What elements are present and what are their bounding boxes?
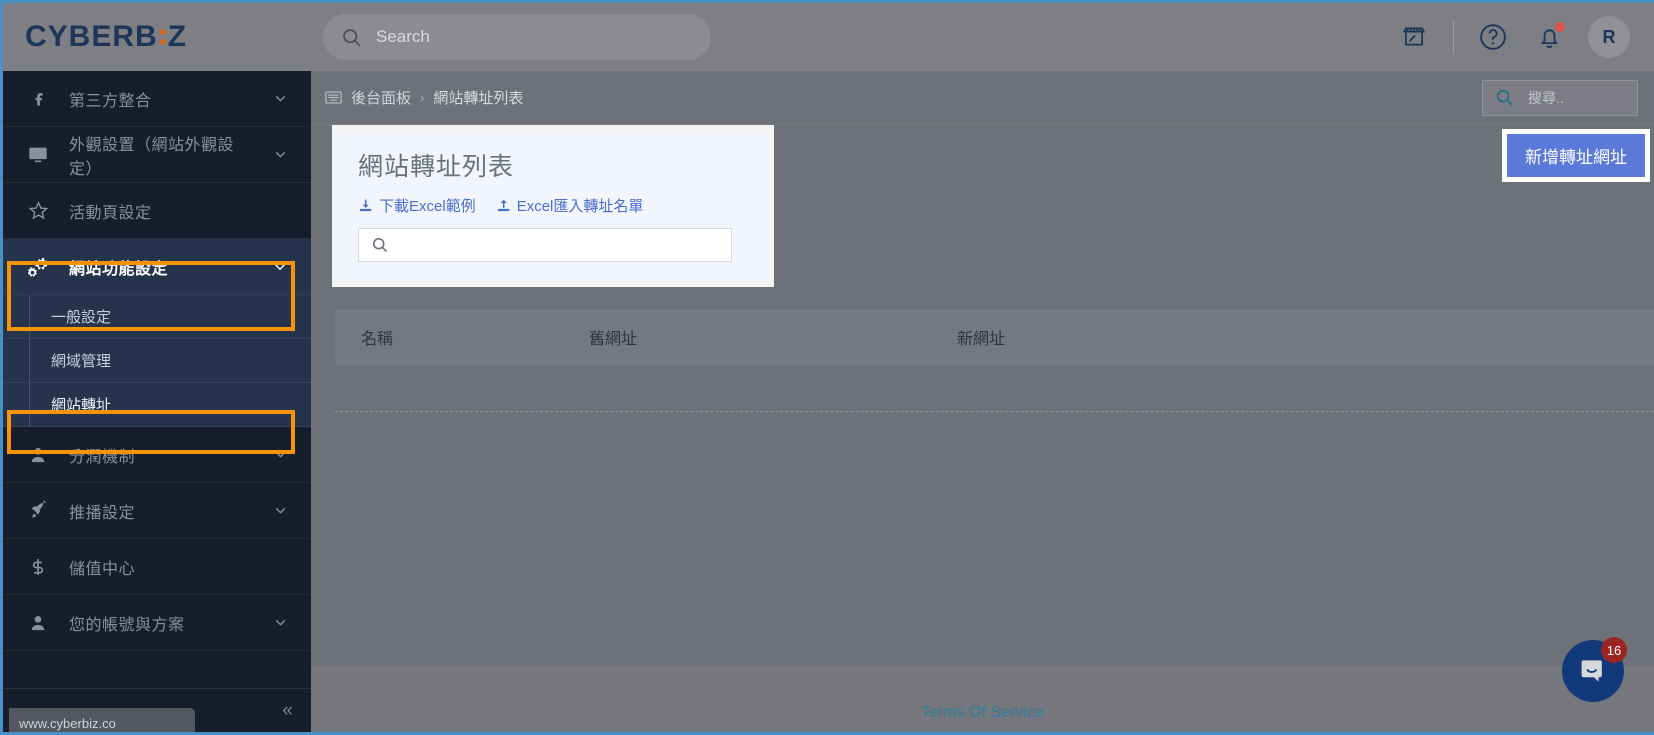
- sidebar-item-top-up-center[interactable]: 儲值中心: [3, 539, 311, 595]
- status-bar-url: www.cyberbiz.co: [9, 708, 195, 732]
- sidebar-subitem-label: 一般設定: [51, 309, 112, 326]
- table-header-row: 名稱 舊網址 新網址: [335, 309, 1654, 365]
- dashboard-icon: [325, 90, 342, 105]
- monitor-icon: [25, 144, 51, 166]
- chevron-down-icon: [272, 446, 289, 463]
- sidebar-item-label: 您的帳號與方案: [69, 616, 185, 634]
- redirect-list-card: 網站轉址列表 下載Excel範例 Excel匯入轉址名單: [338, 131, 768, 281]
- sidebar-subitem-general-settings[interactable]: 一般設定: [3, 295, 311, 339]
- tutorial-highlight-add-button: 新增轉址網址: [1502, 129, 1650, 182]
- chevron-down-icon: [272, 502, 289, 519]
- storefront-icon[interactable]: [1397, 20, 1431, 54]
- add-redirect-url-button[interactable]: 新增轉址網址: [1507, 134, 1645, 177]
- table-column-new-url: 新網址: [957, 331, 1006, 348]
- breadcrumb-home[interactable]: 後台面板: [351, 87, 411, 108]
- main-content: 後台面板 › 網站轉址列表 搜尋.. 網站轉址列表 下載Excel範例 Exce…: [311, 71, 1654, 732]
- sidebar-subitem-domain-management[interactable]: 網域管理: [3, 339, 311, 383]
- import-excel-label: Excel匯入轉址名單: [516, 198, 644, 215]
- upload-icon: [496, 198, 511, 213]
- breadcrumb-bar: 後台面板 › 網站轉址列表 搜尋..: [311, 71, 1654, 125]
- notification-dot-badge: [1555, 22, 1565, 32]
- chevron-down-icon: [272, 146, 289, 163]
- sidebar-item-label: 分潤機制: [69, 448, 136, 466]
- double-chevron-left-icon[interactable]: «: [282, 700, 293, 722]
- sidebar-item-push-settings[interactable]: 推播設定: [3, 483, 311, 539]
- download-excel-template-link[interactable]: 下載Excel範例: [358, 195, 476, 216]
- sidebar-item-account-plan[interactable]: 您的帳號與方案: [3, 595, 311, 651]
- redirect-table: 名稱 舊網址 新網址: [335, 309, 1654, 664]
- app-viewport: CYBERB Z Search R 第三方整合 外觀設置（網站外觀設定） 活動頁…: [0, 0, 1654, 735]
- star-icon: [25, 200, 51, 221]
- breadcrumb-separator: ›: [420, 90, 425, 105]
- search-icon: [341, 27, 362, 48]
- card-action-links: 下載Excel範例 Excel匯入轉址名單: [358, 195, 748, 216]
- table-column-name: 名稱: [361, 331, 394, 348]
- download-icon: [358, 198, 373, 213]
- table-column-old-url: 舊網址: [589, 331, 638, 348]
- sidebar-item-label: 儲值中心: [69, 560, 136, 578]
- global-search-box[interactable]: Search: [323, 14, 711, 60]
- sidebar-item-label: 外觀設置（網站外觀設定）: [69, 136, 235, 178]
- user-icon: [25, 613, 51, 633]
- chevron-down-icon: [272, 90, 289, 107]
- search-icon: [1495, 88, 1514, 107]
- avatar-initial: R: [1602, 26, 1616, 47]
- sidebar-subitem-label: 網站轉址: [51, 397, 112, 414]
- sidebar-item-label: 活動頁設定: [69, 204, 152, 222]
- bell-icon[interactable]: [1532, 20, 1566, 54]
- table-row-divider: [335, 411, 1654, 412]
- sidebar-item-third-party[interactable]: 第三方整合: [3, 71, 311, 127]
- sidebar-item-label: 推播設定: [69, 504, 136, 522]
- sidebar-item-appearance[interactable]: 外觀設置（網站外觀設定）: [3, 127, 311, 183]
- card-search-input[interactable]: [358, 228, 732, 262]
- table-body-empty: [335, 365, 1654, 411]
- global-search-placeholder: Search: [376, 27, 430, 46]
- page-footer: Terms Of Service: [311, 666, 1654, 732]
- sidebar-item-revenue-share[interactable]: 分潤機制: [3, 427, 311, 483]
- top-bar-actions: R: [1397, 16, 1654, 58]
- sidebar-item-label: 第三方整合: [69, 92, 152, 110]
- sidebar-subitem-label: 網域管理: [51, 353, 112, 370]
- breadcrumb: 後台面板 › 網站轉址列表: [325, 87, 523, 108]
- brand-logo-text: CYBERB Z: [25, 20, 187, 54]
- chevron-down-icon: [271, 258, 289, 276]
- search-icon: [371, 236, 389, 254]
- chat-bubble-icon: [1578, 656, 1608, 686]
- breadcrumb-current: 網站轉址列表: [433, 90, 524, 107]
- sidebar-item-site-features[interactable]: 網站功能設定: [3, 239, 311, 295]
- chevron-down-icon: [272, 614, 289, 631]
- user-icon: [25, 445, 51, 465]
- facebook-icon: [25, 89, 51, 108]
- terms-of-service-link[interactable]: Terms Of Service: [921, 704, 1044, 722]
- page-title: 網站轉址列表: [358, 153, 515, 181]
- page-search-box[interactable]: 搜尋..: [1482, 79, 1638, 116]
- intercom-unread-badge: 16: [1601, 637, 1627, 663]
- intercom-launcher-button[interactable]: 16: [1562, 637, 1627, 702]
- brand-logo-head: CYBERB: [25, 20, 158, 53]
- sidebar-subitem-site-redirect[interactable]: 網站轉址: [3, 383, 311, 427]
- status-bar-url-text: www.cyberbiz.co: [19, 715, 116, 731]
- sidebar-navigation: 第三方整合 外觀設置（網站外觀設定） 活動頁設定 網站功能設定 一般設定 網域管…: [3, 71, 311, 732]
- avatar[interactable]: R: [1588, 16, 1630, 58]
- top-navigation-bar: CYBERB Z Search R: [3, 3, 1654, 71]
- page-search-placeholder: 搜尋..: [1528, 89, 1564, 106]
- sidebar-item-campaign-page[interactable]: 活動頁設定: [3, 183, 311, 239]
- brand-logo[interactable]: CYBERB Z: [3, 20, 303, 54]
- rocket-icon: [25, 500, 51, 521]
- sidebar-item-label: 網站功能設定: [69, 260, 169, 278]
- help-circle-icon[interactable]: [1476, 20, 1510, 54]
- gears-icon: [25, 255, 51, 278]
- brand-logo-tail: Z: [167, 20, 188, 53]
- toolbar-divider: [1453, 20, 1454, 54]
- import-excel-link[interactable]: Excel匯入轉址名單: [496, 195, 644, 216]
- dollar-icon: [25, 557, 51, 577]
- download-excel-template-label: 下載Excel範例: [379, 198, 476, 215]
- logo-colon-dots-icon: [159, 29, 166, 45]
